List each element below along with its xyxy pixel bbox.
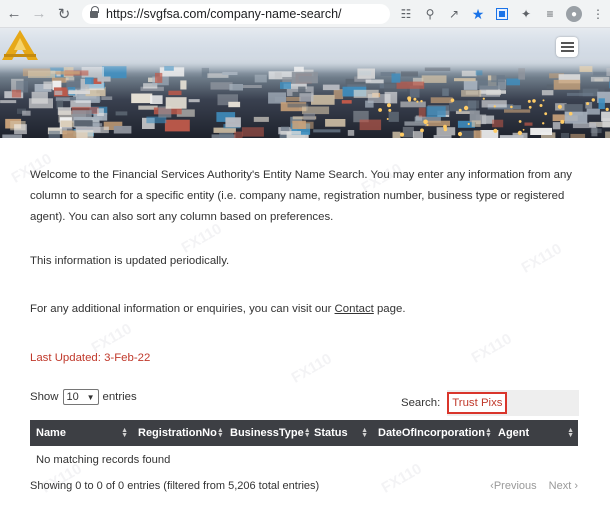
translate-icon[interactable]: ☷ — [394, 4, 418, 24]
sort-icon: ▲ ▼ — [567, 427, 574, 439]
url-text: https://svgfsa.com/company-name-search/ — [106, 7, 342, 21]
contact-link[interactable]: Contact — [335, 303, 374, 315]
forward-arrow-icon[interactable]: → — [28, 3, 50, 25]
column-header-dateofincorporation[interactable]: DateOfIncorporation ▲ ▼ — [372, 420, 492, 446]
fsa-logo-icon[interactable] — [0, 28, 40, 62]
watermark: FX110 — [518, 240, 565, 277]
reload-icon[interactable]: ↻ — [53, 3, 75, 25]
address-bar[interactable]: https://svgfsa.com/company-name-search/ — [82, 4, 390, 24]
puzzle-icon[interactable]: ✦ — [514, 4, 538, 24]
header-banner — [0, 28, 610, 138]
search-input[interactable]: Trust Pixs — [447, 390, 580, 416]
column-header-agent[interactable]: Agent ▲ ▼ — [492, 420, 578, 446]
watermark: FX110 — [288, 350, 335, 387]
next-page-button[interactable]: Next › — [549, 480, 578, 492]
column-header-businesstype[interactable]: BusinessType ▲ ▼ — [224, 420, 311, 446]
intro-paragraph: Welcome to the Financial Services Author… — [30, 169, 573, 223]
back-arrow-icon[interactable]: ← — [3, 3, 25, 25]
extension-square-icon[interactable] — [490, 4, 514, 24]
bookmark-star-icon[interactable]: ★ — [466, 4, 490, 24]
previous-page-button[interactable]: ‹Previous — [490, 480, 536, 492]
chevron-down-icon: ▼ — [86, 392, 95, 402]
pagination: ‹Previous Next › — [490, 480, 578, 492]
entries-per-page-select[interactable]: 10 ▼ — [62, 389, 99, 405]
sort-icon: ▲ ▼ — [361, 427, 368, 439]
contact-paragraph: For any additional information or enquir… — [30, 303, 406, 315]
lock-icon — [90, 5, 99, 19]
page-length-control: Show 10 ▼ entries — [30, 389, 137, 405]
sort-icon: ▲ ▼ — [484, 427, 492, 439]
last-updated-label: Last Updated: 3-Feb-22 — [30, 352, 151, 364]
update-notice: This information is updated periodically… — [30, 255, 230, 267]
hamburger-menu-button[interactable] — [556, 37, 578, 57]
empty-table-message: No matching records found — [36, 454, 171, 466]
kebab-menu-icon[interactable]: ⋮ — [586, 4, 610, 24]
share-icon[interactable]: ↗ — [442, 4, 466, 24]
table-search: Search: Trust Pixs — [401, 390, 580, 416]
column-header-status[interactable]: Status ▲ ▼ — [308, 420, 372, 446]
search-label: Search: — [401, 397, 441, 409]
column-header-name[interactable]: Name ▲ ▼ — [30, 420, 132, 446]
watermark: FX110 — [468, 330, 515, 367]
table-info: Showing 0 to 0 of 0 entries (filtered fr… — [30, 480, 320, 492]
sort-icon: ▲ ▼ — [216, 427, 224, 439]
column-header-registrationno[interactable]: RegistrationNo ▲ ▼ — [132, 420, 224, 446]
search-input-value: Trust Pixs — [447, 392, 508, 414]
table-header: Name ▲ ▼ RegistrationNo ▲ ▼ BusinessType ▲… — [30, 420, 578, 446]
chevron-right-icon: › — [574, 480, 578, 492]
profile-avatar-icon[interactable]: ● — [562, 4, 586, 24]
table-footer: Showing 0 to 0 of 0 entries (filtered fr… — [30, 480, 578, 492]
reading-list-icon[interactable]: ≡ — [538, 4, 562, 24]
browser-toolbar: ← → ↻ https://svgfsa.com/company-name-se… — [0, 0, 610, 28]
browser-extension-icons: ☷ ⚲ ↗ ★ ✦ ≡ ● ⋮ — [394, 4, 610, 24]
sort-icon: ▲ ▼ — [121, 427, 128, 439]
entries-label: entries — [102, 391, 137, 403]
show-label: Show — [30, 391, 59, 403]
zoom-icon[interactable]: ⚲ — [418, 4, 442, 24]
